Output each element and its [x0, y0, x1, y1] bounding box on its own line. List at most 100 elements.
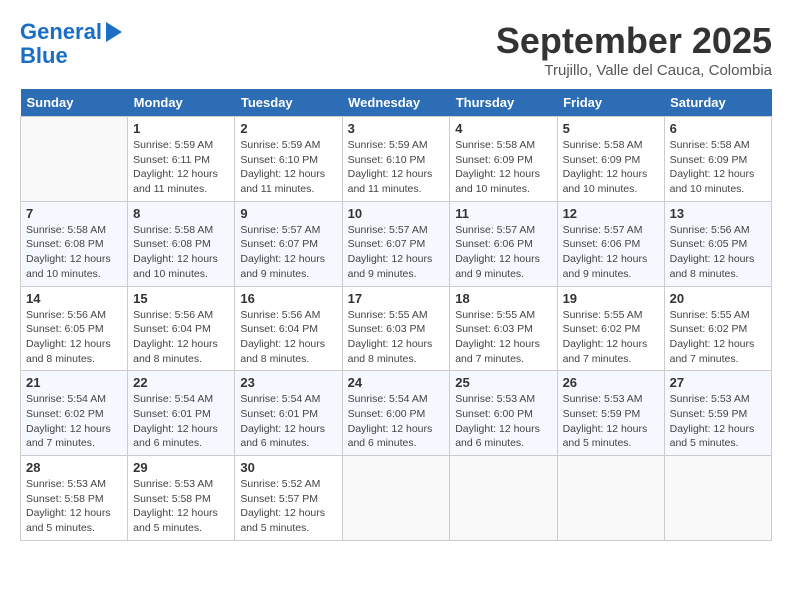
calendar-week-row: 14 Sunrise: 5:56 AMSunset: 6:05 PMDayligh…: [21, 286, 772, 371]
day-number: 2: [240, 121, 336, 136]
day-number: 30: [240, 460, 336, 475]
day-number: 19: [563, 291, 659, 306]
day-number: 1: [133, 121, 229, 136]
calendar-cell: [342, 456, 450, 541]
day-number: 16: [240, 291, 336, 306]
day-info: Sunrise: 5:54 AMSunset: 6:00 PMDaylight:…: [348, 392, 445, 451]
calendar-week-row: 7 Sunrise: 5:58 AMSunset: 6:08 PMDaylight…: [21, 201, 772, 286]
day-number: 7: [26, 206, 122, 221]
day-info: Sunrise: 5:58 AMSunset: 6:08 PMDaylight:…: [26, 223, 122, 282]
calendar-cell: 4 Sunrise: 5:58 AMSunset: 6:09 PMDaylight…: [450, 117, 557, 202]
day-info: Sunrise: 5:59 AMSunset: 6:10 PMDaylight:…: [240, 138, 336, 197]
day-number: 9: [240, 206, 336, 221]
calendar-cell: 8 Sunrise: 5:58 AMSunset: 6:08 PMDaylight…: [128, 201, 235, 286]
day-info: Sunrise: 5:57 AMSunset: 6:07 PMDaylight:…: [240, 223, 336, 282]
calendar-cell: [664, 456, 771, 541]
calendar-table: SundayMondayTuesdayWednesdayThursdayFrid…: [20, 89, 772, 541]
day-number: 17: [348, 291, 445, 306]
calendar-cell: 1 Sunrise: 5:59 AMSunset: 6:11 PMDaylight…: [128, 117, 235, 202]
day-number: 14: [26, 291, 122, 306]
calendar-cell: 30 Sunrise: 5:52 AMSunset: 5:57 PMDayligh…: [235, 456, 342, 541]
day-info: Sunrise: 5:52 AMSunset: 5:57 PMDaylight:…: [240, 477, 336, 536]
calendar-cell: 19 Sunrise: 5:55 AMSunset: 6:02 PMDayligh…: [557, 286, 664, 371]
calendar-cell: 6Sunrise: 5:58 AMSunset: 6:09 PMDaylight…: [664, 117, 771, 202]
page-header: General Blue September 2025 Trujillo, Va…: [20, 20, 772, 79]
day-info: Sunrise: 5:53 AMSunset: 5:58 PMDaylight:…: [133, 477, 229, 536]
day-number: 10: [348, 206, 445, 221]
calendar-cell: 3Sunrise: 5:59 AMSunset: 6:10 PMDaylight…: [342, 117, 450, 202]
calendar-cell: 27 Sunrise: 5:53 AMSunset: 5:59 PMDayligh…: [664, 371, 771, 456]
day-info: Sunrise: 5:54 AMSunset: 6:02 PMDaylight:…: [26, 392, 122, 451]
col-header-wednesday: Wednesday: [342, 89, 450, 117]
col-header-friday: Friday: [557, 89, 664, 117]
day-number: 18: [455, 291, 551, 306]
calendar-cell: 16 Sunrise: 5:56 AMSunset: 6:04 PMDayligh…: [235, 286, 342, 371]
day-number: 22: [133, 375, 229, 390]
calendar-cell: 28Sunrise: 5:53 AMSunset: 5:58 PMDayligh…: [21, 456, 128, 541]
logo-blue-text: Blue: [20, 44, 68, 68]
calendar-cell: 17 Sunrise: 5:55 AMSunset: 6:03 PMDayligh…: [342, 286, 450, 371]
day-info: Sunrise: 5:58 AMSunset: 6:09 PMDaylight:…: [670, 138, 766, 197]
calendar-cell: 20Sunrise: 5:55 AMSunset: 6:02 PMDayligh…: [664, 286, 771, 371]
calendar-cell: [21, 117, 128, 202]
day-info: Sunrise: 5:55 AMSunset: 6:02 PMDaylight:…: [563, 308, 659, 367]
day-number: 28: [26, 460, 122, 475]
col-header-sunday: Sunday: [21, 89, 128, 117]
day-number: 5: [563, 121, 659, 136]
calendar-cell: 15Sunrise: 5:56 AMSunset: 6:04 PMDayligh…: [128, 286, 235, 371]
calendar-cell: 13Sunrise: 5:56 AMSunset: 6:05 PMDayligh…: [664, 201, 771, 286]
logo-text: General: [20, 20, 102, 44]
calendar-cell: 9 Sunrise: 5:57 AMSunset: 6:07 PMDaylight…: [235, 201, 342, 286]
day-info: Sunrise: 5:57 AMSunset: 6:06 PMDaylight:…: [455, 223, 551, 282]
calendar-cell: 12 Sunrise: 5:57 AMSunset: 6:06 PMDayligh…: [557, 201, 664, 286]
day-info: Sunrise: 5:59 AMSunset: 6:10 PMDaylight:…: [348, 138, 445, 197]
day-number: 8: [133, 206, 229, 221]
day-number: 27: [670, 375, 766, 390]
calendar-cell: 23 Sunrise: 5:54 AMSunset: 6:01 PMDayligh…: [235, 371, 342, 456]
col-header-saturday: Saturday: [664, 89, 771, 117]
calendar-cell: 18Sunrise: 5:55 AMSunset: 6:03 PMDayligh…: [450, 286, 557, 371]
month-title: September 2025: [496, 20, 772, 62]
day-number: 26: [563, 375, 659, 390]
day-info: Sunrise: 5:53 AMSunset: 6:00 PMDaylight:…: [455, 392, 551, 451]
day-info: Sunrise: 5:55 AMSunset: 6:02 PMDaylight:…: [670, 308, 766, 367]
calendar-cell: 21 Sunrise: 5:54 AMSunset: 6:02 PMDayligh…: [21, 371, 128, 456]
col-header-monday: Monday: [128, 89, 235, 117]
location: Trujillo, Valle del Cauca, Colombia: [496, 62, 772, 79]
calendar-cell: 10 Sunrise: 5:57 AMSunset: 6:07 PMDayligh…: [342, 201, 450, 286]
calendar-week-row: 28 Sunrise: 5:53 AMSunset: 5:58 PMDayligh…: [21, 456, 772, 541]
day-info: Sunrise: 5:59 AMSunset: 6:11 PMDaylight:…: [133, 138, 229, 197]
calendar-cell: 22Sunrise: 5:54 AMSunset: 6:01 PMDayligh…: [128, 371, 235, 456]
day-number: 21: [26, 375, 122, 390]
logo: General Blue: [20, 20, 122, 68]
day-info: Sunrise: 5:56 AMSunset: 6:04 PMDaylight:…: [240, 308, 336, 367]
calendar-cell: [450, 456, 557, 541]
day-number: 12: [563, 206, 659, 221]
calendar-cell: 2 Sunrise: 5:59 AMSunset: 6:10 PMDaylight…: [235, 117, 342, 202]
calendar-cell: [557, 456, 664, 541]
day-info: Sunrise: 5:53 AMSunset: 5:59 PMDaylight:…: [670, 392, 766, 451]
logo-arrow-icon: [106, 22, 122, 42]
calendar-cell: 5Sunrise: 5:58 AMSunset: 6:09 PMDaylight…: [557, 117, 664, 202]
day-number: 25: [455, 375, 551, 390]
calendar-cell: 11 Sunrise: 5:57 AMSunset: 6:06 PMDayligh…: [450, 201, 557, 286]
calendar-cell: 29Sunrise: 5:53 AMSunset: 5:58 PMDayligh…: [128, 456, 235, 541]
day-info: Sunrise: 5:55 AMSunset: 6:03 PMDaylight:…: [348, 308, 445, 367]
day-number: 11: [455, 206, 551, 221]
day-info: Sunrise: 5:56 AMSunset: 6:05 PMDaylight:…: [26, 308, 122, 367]
day-info: Sunrise: 5:54 AMSunset: 6:01 PMDaylight:…: [240, 392, 336, 451]
day-number: 15: [133, 291, 229, 306]
day-number: 23: [240, 375, 336, 390]
calendar-cell: 7 Sunrise: 5:58 AMSunset: 6:08 PMDaylight…: [21, 201, 128, 286]
calendar-cell: 26 Sunrise: 5:53 AMSunset: 5:59 PMDayligh…: [557, 371, 664, 456]
day-number: 4: [455, 121, 551, 136]
day-info: Sunrise: 5:57 AMSunset: 6:07 PMDaylight:…: [348, 223, 445, 282]
calendar-cell: 24Sunrise: 5:54 AMSunset: 6:00 PMDayligh…: [342, 371, 450, 456]
col-header-tuesday: Tuesday: [235, 89, 342, 117]
day-info: Sunrise: 5:53 AMSunset: 5:59 PMDaylight:…: [563, 392, 659, 451]
day-info: Sunrise: 5:57 AMSunset: 6:06 PMDaylight:…: [563, 223, 659, 282]
day-info: Sunrise: 5:58 AMSunset: 6:08 PMDaylight:…: [133, 223, 229, 282]
calendar-week-row: 1 Sunrise: 5:59 AMSunset: 6:11 PMDaylight…: [21, 117, 772, 202]
calendar-cell: 25 Sunrise: 5:53 AMSunset: 6:00 PMDayligh…: [450, 371, 557, 456]
day-info: Sunrise: 5:58 AMSunset: 6:09 PMDaylight:…: [455, 138, 551, 197]
